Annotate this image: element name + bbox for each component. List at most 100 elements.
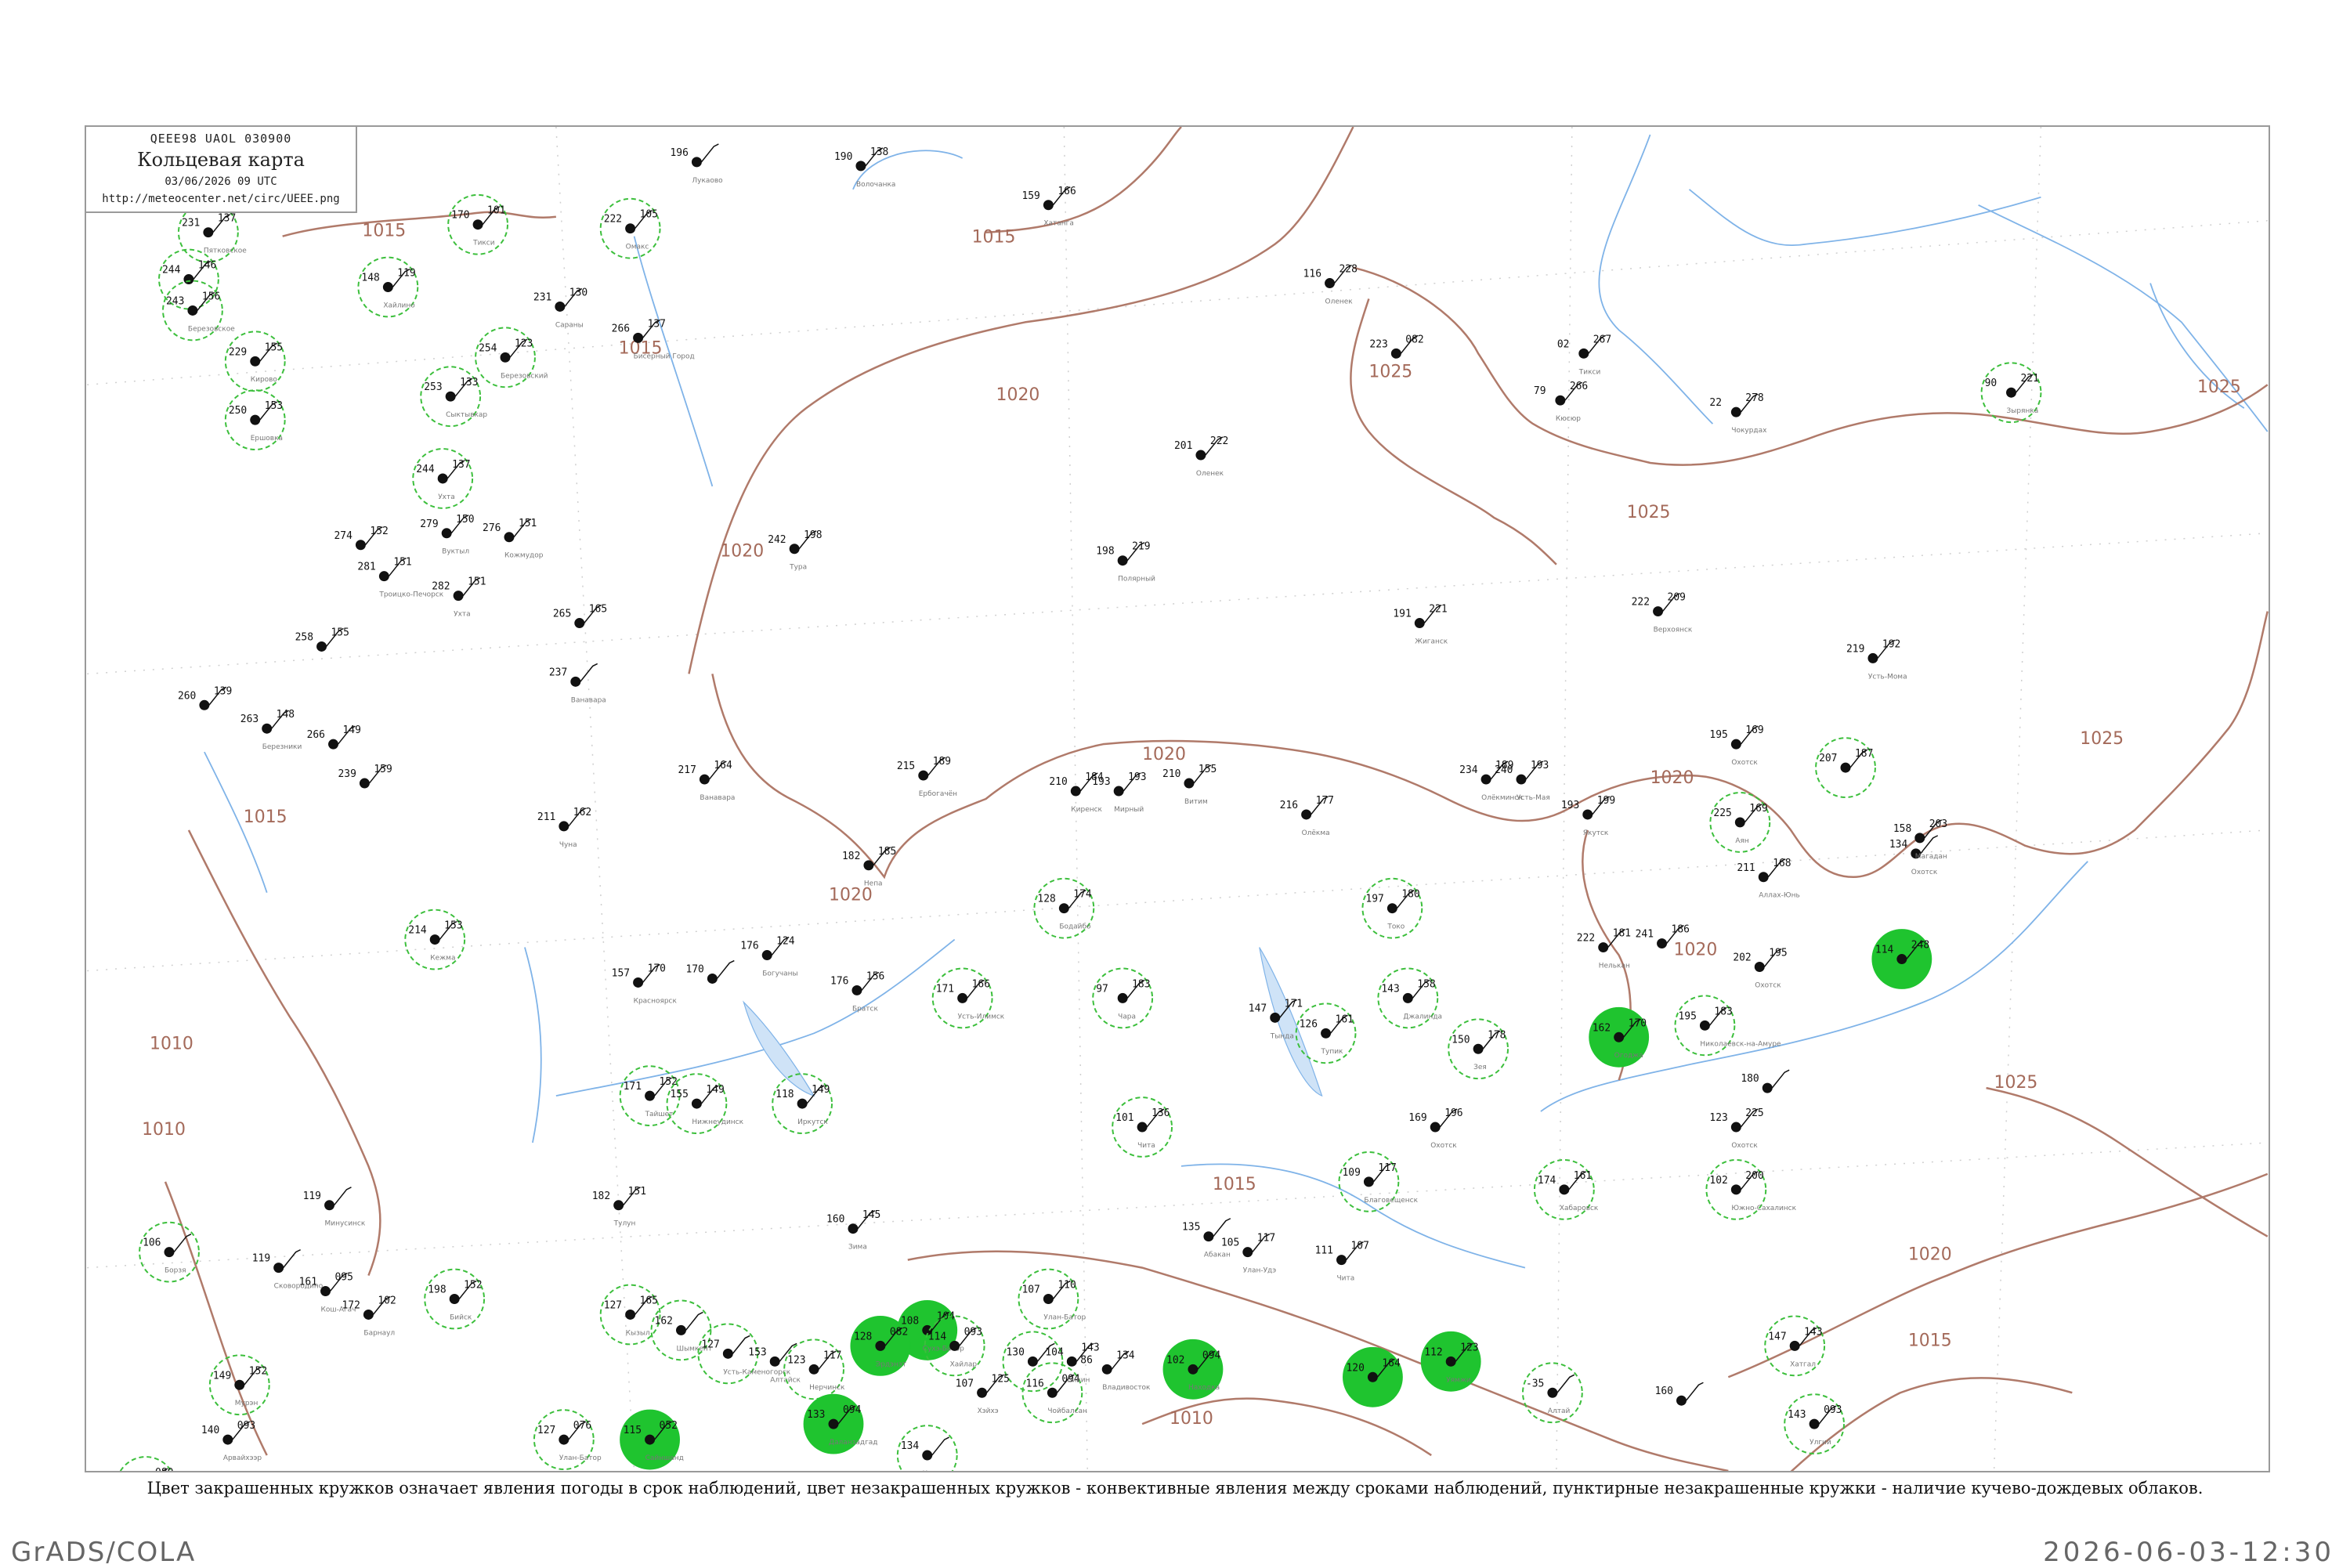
station-pressure-left: 116 bbox=[1025, 1378, 1043, 1389]
station-pressure-right: 203 bbox=[1929, 818, 1947, 830]
station-plot: 86 134 Владивосток bbox=[1080, 1349, 1151, 1392]
station-pressure-right: 186 bbox=[1672, 924, 1690, 936]
station-pressure-right: 171 bbox=[1285, 998, 1303, 1010]
station-pressure-left: 210 bbox=[1049, 776, 1067, 788]
station-pressure-right: 093 bbox=[1824, 1404, 1842, 1416]
station-pressure-left: 102 bbox=[1166, 1354, 1184, 1366]
station-plot: 216 177 Олёкма bbox=[1280, 795, 1334, 837]
station-pressure-right: 130 bbox=[569, 287, 588, 298]
station-pressure-left: 111 bbox=[1315, 1245, 1333, 1257]
station-pressure-right: 162 bbox=[573, 807, 591, 818]
cloud-cover-icon bbox=[691, 157, 702, 168]
station-plot: 195 169 Охотск bbox=[1709, 724, 1763, 767]
station-pressure-left: 104 bbox=[1045, 1346, 1064, 1358]
station-pressure-left: 198 bbox=[1096, 546, 1114, 558]
station-name: Бикин bbox=[1067, 1376, 1090, 1384]
station-pressure-left: 193 bbox=[1092, 776, 1110, 788]
station-pressure-right: 166 bbox=[1058, 186, 1076, 197]
cloud-cover-icon bbox=[1070, 786, 1081, 797]
cloud-cover-icon bbox=[875, 1340, 886, 1351]
isobar-label: 1015 bbox=[244, 807, 287, 827]
station-plot: 258 155 bbox=[295, 627, 349, 652]
station-pressure-right: 151 bbox=[468, 576, 486, 588]
station-plot: 281 151Троицко-Печорск bbox=[357, 557, 443, 599]
station-pressure-right: 110 bbox=[1058, 1280, 1076, 1292]
station-pressure-left: 282 bbox=[432, 581, 450, 593]
station-pressure-right: 198 bbox=[804, 529, 822, 541]
station-pressure-right: 169 bbox=[1749, 803, 1767, 815]
station-name: Витим bbox=[1184, 798, 1208, 806]
station-plot: 201 222 Оленек bbox=[1174, 435, 1228, 478]
station-pressure-left: 215 bbox=[897, 761, 915, 772]
station-plot: 176 156 Братск bbox=[830, 970, 884, 1013]
station-pressure-left: 147 bbox=[1249, 1003, 1267, 1014]
station-name: Усть-Илимск bbox=[958, 1013, 1005, 1021]
cloud-cover-icon bbox=[1430, 1122, 1441, 1133]
cloud-cover-icon bbox=[1242, 1247, 1253, 1258]
station-pressure-left: 197 bbox=[1365, 894, 1383, 905]
station-pressure-left: 266 bbox=[612, 323, 630, 334]
station-plot: 263 148 Березники bbox=[240, 709, 302, 751]
station-plot: 231 130 Сараны bbox=[533, 287, 588, 329]
station-plot: 219 192 Усть-Мома bbox=[1846, 638, 1907, 681]
station-plot: 171 166 Усть-Илимск bbox=[931, 967, 1005, 1029]
station-pressure-right: 152 bbox=[370, 526, 388, 537]
cloud-cover-icon bbox=[1480, 774, 1491, 785]
station-plot: 242 198 Тура bbox=[768, 529, 822, 572]
cloud-cover-icon bbox=[559, 821, 569, 832]
station-name: Жиганск bbox=[1415, 638, 1448, 645]
station-pressure-left: 219 bbox=[1846, 643, 1864, 655]
station-pressure-right: 123 bbox=[1460, 1342, 1478, 1353]
station-name: Даланзадгад bbox=[829, 1439, 877, 1447]
bulletin-code: QEEE98 UAOL 030900 bbox=[150, 132, 292, 146]
station-name: Ершовка bbox=[251, 435, 283, 443]
station-pressure-left: 162 bbox=[655, 1315, 673, 1327]
cloud-cover-icon bbox=[769, 1356, 780, 1367]
wind-barb-icon bbox=[1771, 1069, 1790, 1089]
station-plot: 120 164 bbox=[1343, 1346, 1403, 1407]
cloud-cover-icon bbox=[1730, 739, 1741, 750]
station-plot: 239 159 bbox=[338, 764, 392, 789]
cloud-cover-icon bbox=[1386, 903, 1397, 914]
station-pressure-left: 101 bbox=[1115, 1112, 1133, 1124]
station-pressure-right: 158 bbox=[1417, 978, 1435, 990]
station-pressure-left: 174 bbox=[1538, 1175, 1556, 1187]
station-name: Оленек bbox=[1196, 470, 1224, 478]
station-name: Тикси bbox=[472, 240, 495, 247]
station-name: Огоджа bbox=[1614, 1052, 1643, 1060]
station-name: Красноярск bbox=[634, 997, 678, 1005]
station-plot: 140 093 Арвайхээр bbox=[201, 1420, 262, 1462]
station-plot: 234 189Олёкминск bbox=[1459, 760, 1523, 802]
station-pressure-left: 162 bbox=[1593, 1022, 1611, 1034]
station-pressure-right: 125 bbox=[992, 1373, 1010, 1385]
station-plot: 150 178 Зея bbox=[1448, 1018, 1509, 1080]
cloud-cover-icon bbox=[250, 414, 261, 425]
station-plot: 169 196 Охотск bbox=[1408, 1107, 1462, 1150]
station-plot: 191 221 Жиганск bbox=[1393, 604, 1448, 646]
station-name: Магадан bbox=[1915, 853, 1947, 861]
station-name: Непа bbox=[864, 880, 883, 888]
station-pressure-left: 274 bbox=[334, 530, 353, 542]
station-plot: 279 150 Вуктыл bbox=[420, 514, 474, 556]
cloud-cover-icon bbox=[699, 774, 710, 785]
station-pressure-right: 149 bbox=[706, 1084, 724, 1096]
station-pressure-right: 082 bbox=[890, 1326, 908, 1338]
station-pressure-left: 281 bbox=[357, 562, 375, 573]
cloud-cover-icon bbox=[1547, 1387, 1558, 1398]
station-plot: 176 124 Богучаны bbox=[740, 936, 797, 978]
cloud-cover-icon bbox=[472, 219, 483, 230]
station-name: Минусинск bbox=[325, 1220, 366, 1228]
station-pressure-left: 130 bbox=[1007, 1346, 1025, 1358]
cloud-cover-icon bbox=[1762, 1082, 1773, 1093]
station-pressure-right: 137 bbox=[218, 213, 236, 225]
station-pressure-right: 248 bbox=[1911, 940, 1929, 952]
cloud-cover-icon bbox=[722, 1348, 733, 1359]
station-pressure-right: 145 bbox=[862, 1209, 880, 1221]
station-pressure-left: 211 bbox=[1737, 862, 1755, 874]
cloud-cover-icon bbox=[1445, 1356, 1456, 1367]
station-pressure-left: 182 bbox=[592, 1190, 610, 1202]
cloud-cover-icon bbox=[500, 352, 511, 363]
station-pressure-right: 105 bbox=[640, 209, 658, 221]
station-pressure-left: 140 bbox=[201, 1425, 219, 1436]
isobar-label: 1010 bbox=[150, 1034, 193, 1053]
